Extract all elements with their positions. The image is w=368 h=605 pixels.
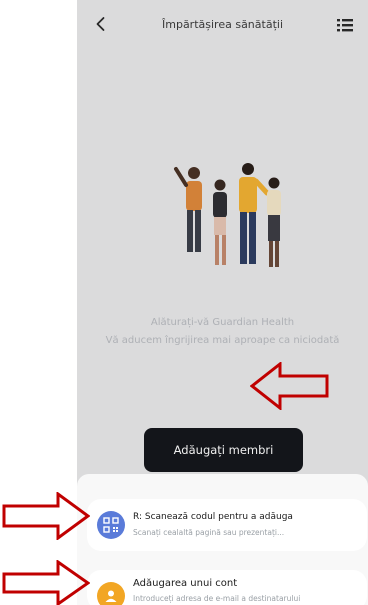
add-members-button[interactable]: Adăugați membri <box>144 428 303 472</box>
page-title: Împărtășirea sănătății <box>162 18 283 31</box>
add-account-title: Adăugarea unui cont <box>133 578 238 589</box>
add-account-option[interactable]: Adăugarea unui cont Introduceți adresa d… <box>87 570 367 605</box>
scan-code-option[interactable]: R: Scanează codul pentru a adăuga Scanaț… <box>87 499 367 551</box>
annotation-arrow-right-2 <box>2 560 90 605</box>
annotation-arrow-right-1 <box>2 492 90 540</box>
phone-screen: Împărtășirea sănătății Alăturați-vă Guar… <box>77 0 368 605</box>
app-header: Împărtășirea sănătății <box>77 0 368 50</box>
promo-line-2: Vă aducem îngrijirea mai aproape ca nici… <box>105 335 340 346</box>
qr-code-icon <box>97 511 125 539</box>
add-account-subtitle: Introduceți adresa de e-mail a destinata… <box>133 594 301 603</box>
promo-text: Alăturați-vă Guardian Health Vă aducem î… <box>77 314 368 350</box>
user-icon <box>97 582 125 605</box>
group-people-illustration <box>174 163 281 267</box>
menu-button[interactable] <box>334 14 356 36</box>
scan-code-title: R: Scanează codul pentru a adăuga <box>133 512 293 522</box>
annotation-arrow-left <box>250 362 329 410</box>
promo-line-1: Alăturați-vă Guardian Health <box>150 317 295 328</box>
list-icon <box>337 19 353 32</box>
bottom-sheet: R: Scanează codul pentru a adăuga Scanaț… <box>77 474 368 605</box>
scan-code-subtitle: Scanați cealaltă pagină sau prezentați..… <box>133 528 285 537</box>
